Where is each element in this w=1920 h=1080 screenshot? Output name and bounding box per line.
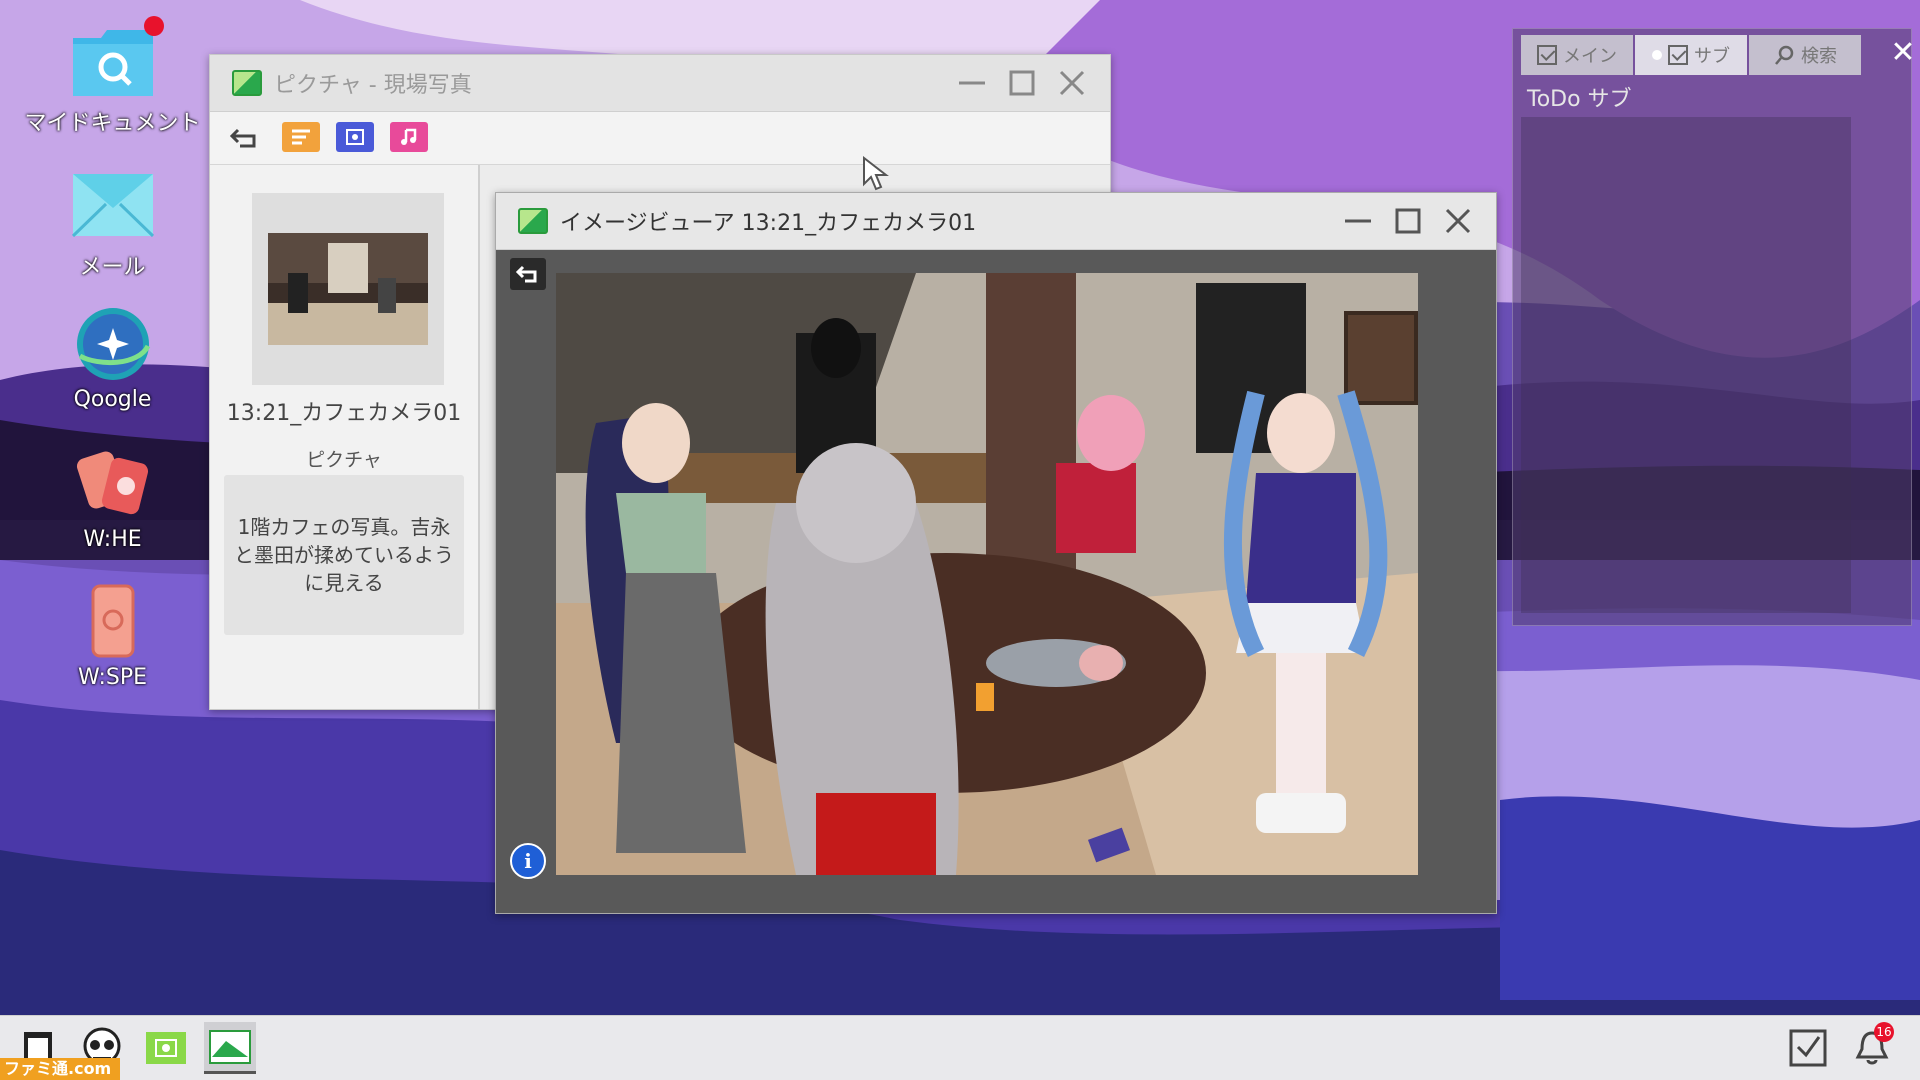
active-dot (1652, 50, 1662, 60)
desktop-icon-wspe[interactable]: W:SPE (20, 584, 205, 690)
todo-panel: メイン サブ 検索 ✕ ToDo サブ (1512, 28, 1916, 626)
file-name: 13:21_カフェカメラ01 (226, 401, 462, 426)
pictures-app-icon (232, 70, 262, 96)
watermark-logo: ファミ通.com (0, 1058, 120, 1080)
viewer-titlebar[interactable]: イメージビューア 13:21_カフェカメラ01 (496, 193, 1496, 250)
notification-dot (143, 16, 164, 36)
tab-main[interactable]: メイン (1521, 35, 1633, 75)
wspe-phone-icon (68, 584, 158, 659)
music-folder-icon[interactable] (390, 122, 428, 152)
mail-icon (68, 168, 158, 243)
desktop-icon-whe[interactable]: W:HE (20, 446, 205, 552)
desktop-icon-label: W:HE (83, 527, 142, 552)
maximize-button[interactable] (1004, 65, 1040, 101)
tab-label: メイン (1563, 46, 1617, 67)
minimize-button[interactable] (1340, 203, 1376, 239)
search-icon (1775, 45, 1794, 65)
desktop-icon-label: メール (79, 255, 146, 280)
tab-label: 検索 (1801, 46, 1837, 67)
info-button[interactable]: i (510, 843, 546, 879)
window-title: イメージビューア 13:21_カフェカメラ01 (560, 211, 977, 236)
cafe-photo-thumbnail (268, 233, 428, 345)
close-icon[interactable]: ✕ (1889, 38, 1917, 68)
desktop-icon-label: マイドキュメント (24, 111, 201, 136)
desktop-icon-label: Qoogle (73, 387, 152, 412)
document-search-icon (68, 16, 164, 99)
document-folder-icon[interactable] (282, 122, 320, 152)
maximize-button[interactable] (1390, 203, 1426, 239)
desktop-icon-mail[interactable]: メール (20, 168, 205, 281)
image-display-area: i (496, 250, 1496, 913)
close-button[interactable] (1440, 203, 1476, 239)
file-detail-pane: 13:21_カフェカメラ01 ピクチャ 1階カフェの写真。吉永と墨田が揉めている… (210, 165, 480, 709)
desktop-icon-my-documents[interactable]: マイドキュメント (20, 16, 205, 137)
tab-sub[interactable]: サブ (1635, 35, 1747, 75)
notification-count-badge: 16 (1874, 1022, 1894, 1042)
back-button[interactable] (510, 258, 546, 290)
todo-checkbox-icon[interactable] (1782, 1022, 1834, 1074)
picture-folder-icon[interactable] (336, 122, 374, 152)
taskbar: 16 ファミ通.com (0, 1015, 1920, 1080)
image-viewer-icon[interactable] (204, 1022, 256, 1074)
explorer-titlebar[interactable]: ピクチャ - 現場写真 (210, 55, 1110, 112)
checkbox-icon (1668, 45, 1688, 65)
todo-tabs: メイン サブ 検索 (1521, 35, 1911, 75)
image-viewer-icon (518, 208, 548, 234)
close-button[interactable] (1054, 65, 1090, 101)
browser-globe-icon (68, 306, 158, 381)
tab-search[interactable]: 検索 (1749, 35, 1861, 75)
checkbox-icon (1537, 45, 1557, 65)
pictures-app-icon[interactable] (140, 1022, 192, 1074)
explorer-toolbar (210, 112, 1110, 165)
back-icon[interactable] (226, 122, 264, 152)
file-description: 1階カフェの写真。吉永と墨田が揉めているように見える (224, 475, 464, 635)
window-title: ピクチャ - 現場写真 (274, 73, 472, 98)
desktop-icon-label: W:SPE (77, 665, 147, 690)
image-viewer-window: イメージビューア 13:21_カフェカメラ01 i (495, 192, 1497, 914)
todo-title: ToDo サブ (1527, 87, 1632, 112)
tab-label: サブ (1694, 46, 1730, 67)
todo-list (1521, 117, 1851, 613)
cafe-camera-photo (556, 273, 1418, 875)
whe-app-icon (68, 446, 158, 521)
back-icon (515, 265, 537, 283)
file-type: ピクチャ (306, 449, 382, 471)
mouse-cursor (863, 156, 889, 191)
minimize-button[interactable] (954, 65, 990, 101)
desktop-icon-qoogle[interactable]: Qoogle (20, 306, 205, 412)
notification-bell-icon[interactable]: 16 (1846, 1022, 1898, 1074)
file-thumbnail[interactable] (252, 193, 444, 385)
